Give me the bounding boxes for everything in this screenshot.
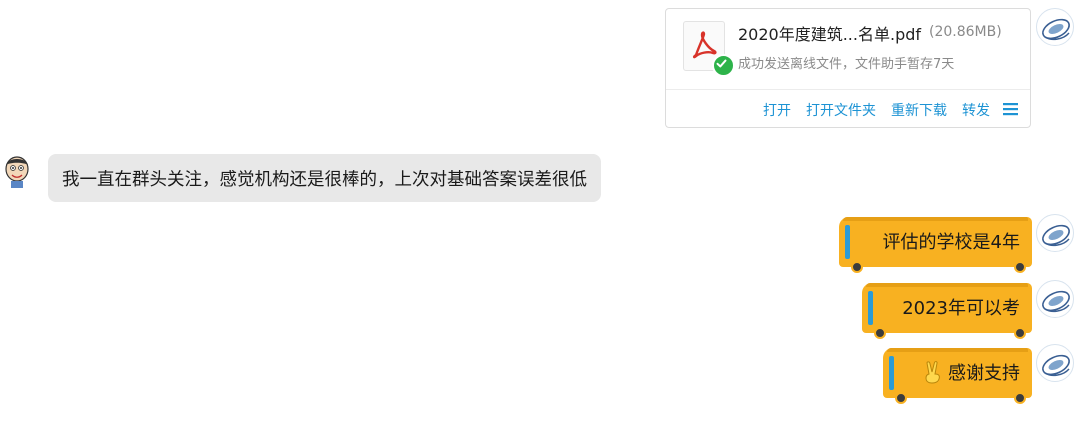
sender-avatar[interactable]	[1036, 214, 1074, 252]
bus-bubble-window	[845, 225, 850, 259]
redownload-link[interactable]: 重新下载	[891, 100, 947, 120]
bus-bubble-window	[868, 291, 873, 325]
file-name[interactable]: 2020年度建筑...名单.pdf	[738, 21, 921, 45]
file-status: 成功发送离线文件，文件助手暂存7天	[738, 57, 955, 72]
file-card-divider	[666, 89, 1030, 90]
outgoing-message-bubble[interactable]: 感谢支持	[883, 348, 1032, 404]
open-file-link[interactable]: 打开	[763, 100, 791, 120]
file-size: (20.86MB)	[929, 24, 1002, 40]
sent-check-icon	[712, 54, 735, 77]
outgoing-message-text: 2023年可以考	[902, 298, 1020, 319]
file-message-card[interactable]: 2020年度建筑...名单.pdf (20.86MB) 成功发送离线文件，文件助…	[665, 8, 1031, 128]
incoming-message-bubble[interactable]: 我一直在群头关注，感觉机构还是很棒的，上次对基础答案误差很低	[48, 154, 601, 202]
bus-bubble-window	[889, 356, 894, 390]
sender-avatar[interactable]	[1036, 344, 1074, 382]
victory-hand-icon	[922, 360, 944, 384]
outgoing-message-text: 评估的学校是4年	[882, 232, 1020, 253]
incoming-message-text: 我一直在群头关注，感觉机构还是很棒的，上次对基础答案误差很低	[62, 169, 587, 190]
outgoing-message-content: 感谢支持	[905, 348, 1020, 396]
outgoing-message-text: 感谢支持	[948, 363, 1020, 384]
sender-avatar[interactable]	[1036, 8, 1074, 46]
sender-avatar[interactable]	[1036, 280, 1074, 318]
forward-link[interactable]: 转发	[962, 100, 990, 120]
menu-icon[interactable]	[1003, 101, 1018, 117]
file-actions: 打开 打开文件夹 重新下载 转发	[763, 100, 990, 120]
outgoing-message-bubble[interactable]: 2023年可以考	[862, 283, 1032, 339]
chat-panel: 2020年度建筑...名单.pdf (20.86MB) 成功发送离线文件，文件助…	[0, 0, 1080, 424]
open-folder-link[interactable]: 打开文件夹	[806, 100, 876, 120]
outgoing-message-bubble[interactable]: 评估的学校是4年	[839, 217, 1032, 273]
contact-avatar[interactable]	[2, 155, 32, 189]
